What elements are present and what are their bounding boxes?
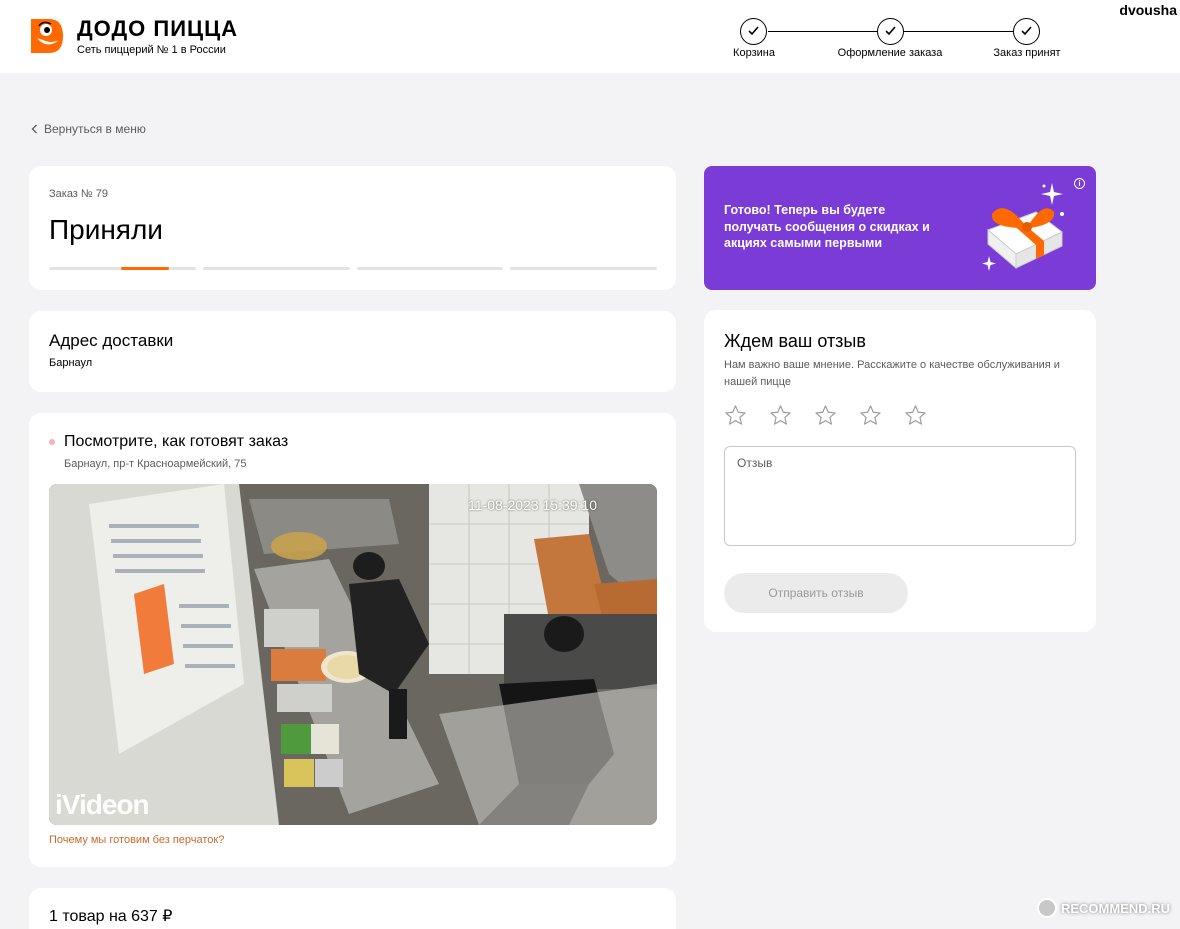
site-header: ДОДО ПИЦЦА Сеть пиццерий № 1 в России Ко… [0, 0, 1180, 73]
items-summary: 1 товар на 637 ₽ [49, 908, 173, 925]
star-icon[interactable] [904, 404, 927, 427]
live-indicator-icon [49, 439, 55, 445]
back-link-label: Вернуться в меню [44, 122, 146, 136]
step-cart-check-icon [740, 18, 767, 45]
kitchen-video-stream[interactable]: 11-08-2023 15:39:10 iVideon [49, 484, 657, 825]
info-icon[interactable]: i [1074, 178, 1085, 189]
promo-text: Готово! Теперь вы будете получать сообще… [724, 203, 930, 250]
pizzeria-address: Барнаул, пр-т Красноармейский, 75 [64, 458, 247, 470]
brand-title[interactable]: ДОДО ПИЦЦА [77, 16, 238, 42]
kitchen-scene-image [49, 484, 657, 825]
video-timestamp: 11-08-2023 15:39:10 [468, 497, 597, 513]
delivery-address-card: Адрес доставки Барнаул [29, 311, 676, 392]
kitchen-camera-card: Посмотрите, как готовят заказ Барнаул, п… [29, 413, 676, 867]
order-status-title: Приняли [49, 214, 163, 245]
progress-segment [49, 267, 196, 270]
step-checkout-check-icon [877, 18, 904, 45]
recommend-watermark: RECOMMEND.RU [1036, 898, 1170, 918]
address-title: Адрес доставки [49, 331, 174, 350]
progress-active-indicator [121, 267, 169, 270]
review-title: Ждем ваш отзыв [724, 331, 866, 351]
star-icon[interactable] [769, 404, 792, 427]
step-connector [768, 31, 877, 32]
send-review-button[interactable]: Отправить отзыв [724, 573, 908, 613]
review-input[interactable] [724, 446, 1076, 546]
order-number: Заказ № 79 [49, 188, 109, 200]
gloves-info-link[interactable]: Почему мы готовим без перчаток? [49, 834, 224, 846]
order-status-card: Заказ № 79 Приняли [29, 166, 676, 290]
step-accepted-check-icon [1013, 18, 1040, 45]
recommend-logo-icon [1036, 898, 1057, 918]
order-progress-bar [49, 267, 657, 271]
step-label-accepted: Заказ принят [993, 47, 1061, 59]
promo-banner[interactable]: Готово! Теперь вы будете получать сообще… [704, 166, 1096, 290]
dodo-logo-icon[interactable] [29, 16, 65, 56]
star-icon[interactable] [814, 404, 837, 427]
star-icon[interactable] [724, 404, 747, 427]
progress-segment [202, 267, 350, 270]
star-icon[interactable] [859, 404, 882, 427]
back-to-menu-link[interactable]: Вернуться в меню [31, 122, 146, 136]
chevron-left-icon [31, 124, 37, 134]
order-items-card: 1 товар на 637 ₽ [29, 888, 676, 929]
ivideon-watermark: iVideon [55, 789, 150, 820]
recommend-watermark-text: RECOMMEND.RU [1060, 900, 1170, 916]
rating-stars [724, 404, 927, 427]
address-value: Барнаул [49, 357, 93, 369]
brand-subtitle: Сеть пиццерий № 1 в России [77, 44, 226, 56]
progress-segment [356, 267, 504, 270]
step-label-checkout: Оформление заказа [837, 47, 943, 59]
checkout-steps: Корзина Оформление заказа Заказ принят [730, 17, 1070, 67]
progress-segment [510, 267, 657, 270]
step-connector [904, 31, 1013, 32]
camera-title: Посмотрите, как готовят заказ [64, 433, 289, 450]
review-card: Ждем ваш отзыв Нам важно ваше мнение. Ра… [704, 310, 1096, 632]
step-label-cart: Корзина [733, 47, 775, 59]
gift-icon [982, 183, 1064, 271]
username[interactable]: dvousha [1119, 2, 1177, 18]
review-description: Нам важно ваше мнение. Расскажите о каче… [724, 359, 1060, 388]
